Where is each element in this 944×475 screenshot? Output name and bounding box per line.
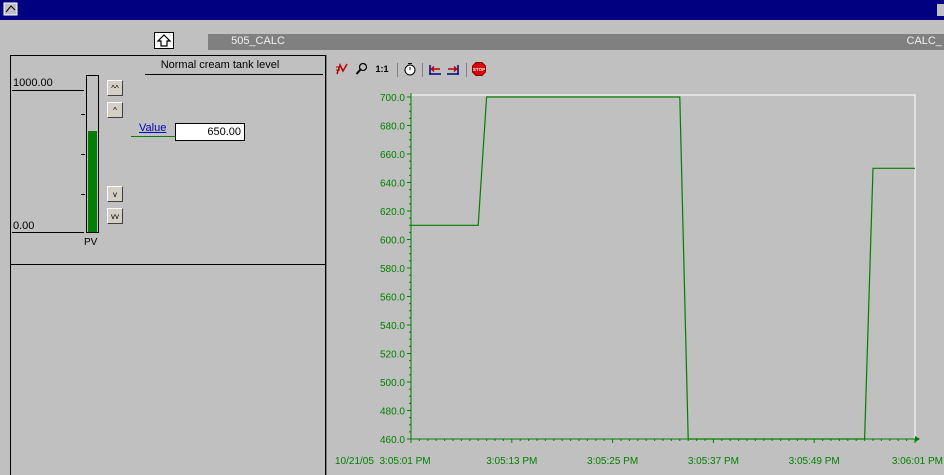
description-underline bbox=[145, 74, 323, 75]
y-tick-label: 600.0 bbox=[380, 236, 405, 247]
pv-bar-fill bbox=[88, 131, 97, 232]
arrow-up-icon bbox=[157, 34, 171, 47]
y-tick-label: 480.0 bbox=[380, 407, 405, 418]
y-tick-label: 460.0 bbox=[380, 435, 405, 446]
x-tick-label: 3:05:25 PM bbox=[587, 456, 638, 467]
scale-tick bbox=[81, 114, 85, 115]
fast-lower-button[interactable]: vv bbox=[107, 208, 123, 224]
tag-name-right: CALC_ bbox=[906, 35, 942, 47]
navigate-up-button[interactable] bbox=[154, 32, 174, 49]
plot-area-frame bbox=[410, 94, 916, 440]
value-connector-line bbox=[131, 136, 176, 137]
y-tick-label: 580.0 bbox=[380, 264, 405, 275]
fast-raise-button[interactable]: ^^ bbox=[107, 80, 123, 96]
y-tick-label: 520.0 bbox=[380, 350, 405, 361]
value-link[interactable]: Value bbox=[139, 122, 166, 134]
x-tick-label: 3:05:37 PM bbox=[688, 456, 739, 467]
scale-min-line bbox=[12, 232, 84, 233]
x-start-label: 10/21/05 3:05:01 PM bbox=[335, 456, 431, 467]
y-tick-label: 620.0 bbox=[380, 207, 405, 218]
application-icon[interactable] bbox=[3, 2, 19, 17]
pv-label: PV bbox=[84, 237, 98, 248]
tag-name-bar: 505_CALC CALC_ bbox=[208, 34, 944, 50]
tag-description: Normal cream tank level bbox=[160, 59, 280, 71]
scale-max-line bbox=[12, 90, 84, 91]
y-tick-label: 540.0 bbox=[380, 321, 405, 332]
empty-faceplate-area bbox=[10, 265, 326, 475]
y-tick-label: 560.0 bbox=[380, 293, 405, 304]
x-tick-label: 3:06:01 PM bbox=[892, 456, 943, 467]
y-tick-label: 680.0 bbox=[380, 122, 405, 133]
raise-button[interactable]: ^ bbox=[107, 102, 123, 118]
x-axis: 3:05:13 PM 3:05:25 PM 3:05:37 PM 3:05:49 PM… bbox=[410, 436, 943, 467]
window-control-button[interactable] bbox=[937, 4, 944, 16]
y-tick-label: 700.0 bbox=[380, 93, 405, 104]
y-tick-label: 660.0 bbox=[380, 150, 405, 161]
faceplate-panel: Normal cream tank level 1000.00 0.00 PV … bbox=[10, 55, 326, 265]
trend-panel: 1:1 STOP 700.0 680.0 660.0 640.0 620.0 600.0 5… bbox=[326, 55, 944, 475]
scale-tick bbox=[81, 194, 85, 195]
lower-button[interactable]: v bbox=[107, 186, 123, 202]
tag-name: 505_CALC bbox=[231, 35, 285, 47]
x-axis-arrow bbox=[915, 436, 920, 442]
y-axis: 700.0 680.0 660.0 640.0 620.0 600.0 580.0 560.0… bbox=[380, 93, 412, 446]
scale-max-label: 1000.00 bbox=[13, 77, 53, 89]
pv-bar-graph bbox=[86, 75, 99, 233]
window-title-bar bbox=[0, 0, 944, 20]
scale-min-label: 0.00 bbox=[13, 220, 35, 232]
y-tick-label: 640.0 bbox=[380, 179, 405, 190]
scale-tick bbox=[81, 154, 85, 155]
x-tick-label: 3:05:13 PM bbox=[486, 456, 537, 467]
x-tick-label: 3:05:49 PM bbox=[789, 456, 840, 467]
trend-chart[interactable]: 700.0 680.0 660.0 640.0 620.0 600.0 580.0 560.0… bbox=[327, 55, 944, 475]
value-field[interactable]: 650.00 bbox=[175, 123, 245, 141]
y-tick-label: 500.0 bbox=[380, 378, 405, 389]
